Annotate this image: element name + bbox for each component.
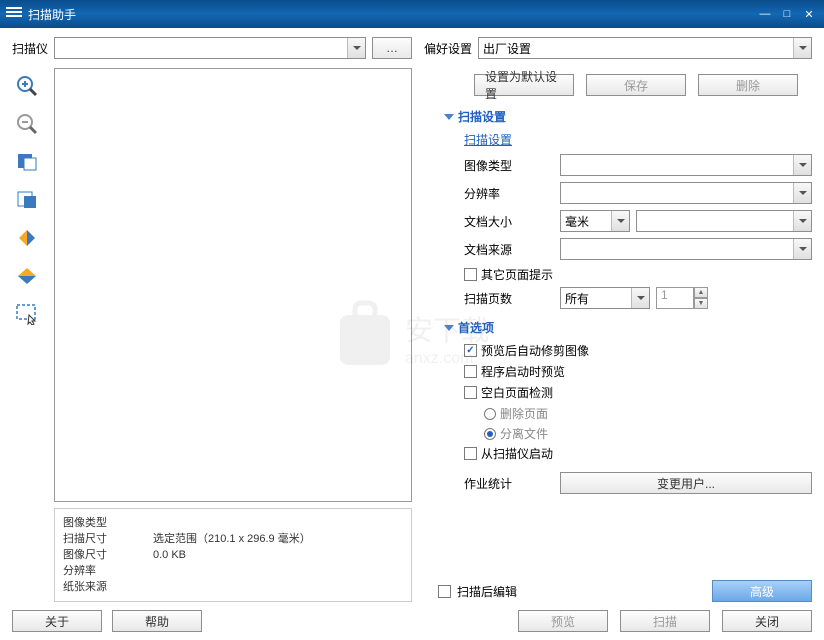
chevron-down-icon xyxy=(793,38,811,58)
chevron-down-icon xyxy=(611,211,629,231)
spin-down-icon[interactable]: ▼ xyxy=(694,298,708,309)
info-size-value: 0.0 KB xyxy=(153,547,403,563)
info-paper-source-label: 纸张来源 xyxy=(63,579,153,595)
blank-detect-checkbox[interactable] xyxy=(464,386,477,399)
window-title: 扫描助手 xyxy=(28,6,756,23)
separate-file-radio[interactable] xyxy=(484,428,496,440)
image-type-combo[interactable] xyxy=(560,154,812,176)
resolution-label: 分辨率 xyxy=(464,185,560,202)
titlebar: 扫描助手 — □ ✕ xyxy=(0,0,824,28)
rotate-left-icon[interactable] xyxy=(12,148,42,176)
about-button[interactable]: 关于 xyxy=(12,610,102,632)
minimize-button[interactable]: — xyxy=(756,5,774,23)
scanner-combo[interactable] xyxy=(54,37,366,59)
options-header[interactable]: 首选项 xyxy=(444,319,812,336)
scan-button[interactable]: 扫描 xyxy=(620,610,710,632)
scanner-label: 扫描仪 xyxy=(12,40,48,57)
spin-up-icon[interactable]: ▲ xyxy=(694,287,708,298)
browse-scanner-button[interactable]: … xyxy=(372,37,412,59)
separate-file-label: 分离文件 xyxy=(500,425,548,442)
app-icon xyxy=(6,7,22,21)
presets-label: 偏好设置 xyxy=(424,40,472,57)
delete-page-radio[interactable] xyxy=(484,408,496,420)
other-pages-checkbox[interactable] xyxy=(464,268,477,281)
help-button[interactable]: 帮助 xyxy=(112,610,202,632)
resolution-combo[interactable] xyxy=(560,182,812,204)
preview-launch-checkbox[interactable] xyxy=(464,365,477,378)
info-resolution-label: 分辨率 xyxy=(63,563,153,579)
chevron-down-icon xyxy=(631,288,649,308)
close-button[interactable]: 关闭 xyxy=(722,610,812,632)
info-image-type-label: 图像类型 xyxy=(63,515,153,531)
presets-combo[interactable]: 出厂设置 xyxy=(478,37,812,59)
toolbar xyxy=(12,68,46,602)
preview-launch-label: 程序启动时预览 xyxy=(481,363,565,380)
chevron-down-icon xyxy=(793,183,811,203)
collapse-icon xyxy=(444,325,454,331)
info-image-size-label: 图像尺寸 xyxy=(63,547,153,563)
scan-pages-combo[interactable]: 所有 xyxy=(560,287,650,309)
zoom-out-icon[interactable] xyxy=(12,110,42,138)
scan-pages-label: 扫描页数 xyxy=(464,290,560,307)
doc-size-label: 文档大小 xyxy=(464,213,560,230)
maximize-button[interactable]: □ xyxy=(778,5,796,23)
auto-crop-checkbox[interactable] xyxy=(464,344,477,357)
flip-vertical-icon[interactable] xyxy=(12,262,42,290)
info-box: 图像类型 扫描尺寸选定范围（210.1 x 296.9 毫米） 图像尺寸0.0 … xyxy=(54,508,412,602)
advanced-button[interactable]: 高级 xyxy=(712,580,812,602)
preview-button[interactable]: 预览 xyxy=(518,610,608,632)
rotate-right-icon[interactable] xyxy=(12,186,42,214)
other-pages-label: 其它页面提示 xyxy=(481,266,553,283)
chevron-down-icon xyxy=(793,239,811,259)
doc-source-label: 文档来源 xyxy=(464,241,560,258)
blank-detect-label: 空白页面检测 xyxy=(481,384,553,401)
info-range-value: 选定范围（210.1 x 296.9 毫米） xyxy=(153,531,403,547)
collapse-icon xyxy=(444,114,454,120)
doc-size-unit-combo[interactable]: 毫米 xyxy=(560,210,630,232)
delete-page-label: 删除页面 xyxy=(500,405,548,422)
job-stats-label: 作业统计 xyxy=(464,475,560,492)
preview-canvas[interactable] xyxy=(54,68,412,502)
zoom-in-icon[interactable] xyxy=(12,72,42,100)
doc-source-combo[interactable] xyxy=(560,238,812,260)
scan-settings-header[interactable]: 扫描设置 xyxy=(444,108,812,125)
doc-size-combo[interactable] xyxy=(636,210,812,232)
delete-preset-button[interactable]: 删除 xyxy=(698,74,798,96)
chevron-down-icon xyxy=(793,155,811,175)
edit-after-scan-label: 扫描后编辑 xyxy=(457,583,517,600)
scan-settings-subtitle: 扫描设置 xyxy=(464,131,812,148)
save-preset-button[interactable]: 保存 xyxy=(586,74,686,96)
page-count-spinner[interactable]: 1 ▲▼ xyxy=(656,287,708,309)
marquee-select-icon[interactable] xyxy=(12,300,42,328)
image-type-label: 图像类型 xyxy=(464,157,560,174)
launch-scanner-label: 从扫描仪启动 xyxy=(481,445,553,462)
flip-horizontal-icon[interactable] xyxy=(12,224,42,252)
set-default-button[interactable]: 设置为默认设置 xyxy=(474,74,574,96)
change-user-button[interactable]: 变更用户... xyxy=(560,472,812,494)
chevron-down-icon xyxy=(347,38,365,58)
info-scan-size-label: 扫描尺寸 xyxy=(63,531,153,547)
launch-scanner-checkbox[interactable] xyxy=(464,447,477,460)
auto-crop-label: 预览后自动修剪图像 xyxy=(481,342,589,359)
edit-after-scan-checkbox[interactable] xyxy=(438,585,451,598)
close-window-button[interactable]: ✕ xyxy=(800,5,818,23)
chevron-down-icon xyxy=(793,211,811,231)
